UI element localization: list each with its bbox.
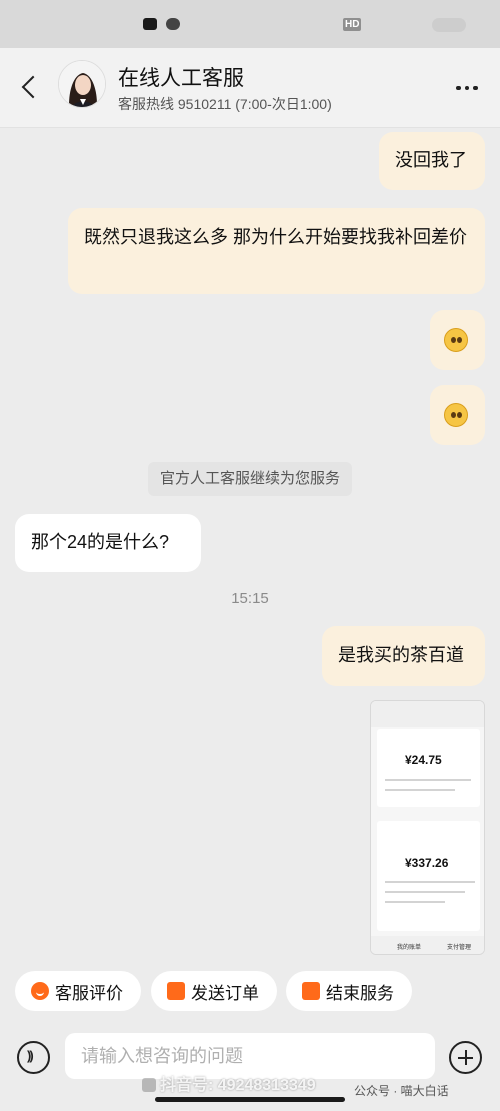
screenshot-tab: 我的账单	[397, 945, 422, 951]
watermark-text: 抖音号: 49248313349	[160, 1077, 316, 1094]
my-emoji-bubble[interactable]	[430, 310, 485, 370]
send-order-button[interactable]: 发送订单	[151, 971, 277, 1011]
status-bar: HD	[0, 0, 500, 48]
wechat-official-account-mark: 公众号 · 喵大白话	[354, 1084, 449, 1098]
my-message-bubble[interactable]: 没回我了	[379, 132, 485, 190]
smile-icon	[31, 982, 49, 1000]
end-service-button[interactable]: 结束服务	[286, 971, 412, 1011]
pleading-face-icon	[444, 403, 468, 427]
image-message-screenshot[interactable]: ¥24.75 ¥337.26 我的账单 支付管理	[370, 700, 485, 955]
screenshot-amount: ¥337.26	[405, 856, 449, 870]
more-dot-icon	[464, 85, 469, 91]
home-indicator[interactable]	[155, 1097, 345, 1102]
screenshot-tab: 支付管理	[447, 945, 472, 951]
status-pill	[432, 18, 466, 32]
hd-badge: HD	[343, 18, 362, 31]
screenshot-amount: ¥24.75	[405, 753, 442, 767]
tiktok-icon	[143, 18, 157, 30]
system-notice: 官方人工客服继续为您服务	[148, 462, 352, 496]
timestamp-divider: 15:15	[231, 590, 269, 607]
my-message-bubble[interactable]: 既然只退我这么多 那为什么开始要找我补回差价	[68, 208, 485, 294]
screenshot-header	[371, 701, 484, 727]
screenshot-refund-card	[377, 821, 480, 931]
exit-icon	[302, 982, 320, 1000]
agent-message-bubble[interactable]: 那个24的是什么?	[15, 514, 201, 572]
screenshot-text-line	[385, 881, 475, 883]
screenshot-text-line	[385, 789, 455, 791]
more-dot-icon	[456, 85, 461, 91]
end-service-label: 结束服务	[326, 983, 394, 1003]
send-order-label: 发送订单	[191, 983, 259, 1003]
bag-icon	[167, 982, 185, 1000]
agent-avatar[interactable]	[58, 60, 106, 108]
rate-service-button[interactable]: 客服评价	[15, 971, 141, 1011]
plus-button[interactable]	[449, 1041, 482, 1074]
service-hotline: 客服热线 9510211 (7:00-次日1:00)	[118, 96, 332, 112]
screenshot-text-line	[385, 891, 465, 893]
pleading-face-icon	[444, 328, 468, 352]
voice-input-button[interactable]	[17, 1041, 50, 1074]
douyin-watermark: 抖音号: 49248313349	[142, 1071, 316, 1095]
tiktok-logo-icon	[142, 1078, 156, 1092]
more-options-button[interactable]	[456, 80, 484, 96]
rate-service-label: 客服评价	[55, 983, 123, 1003]
agent-avatar-image	[59, 61, 105, 107]
more-dot-icon	[473, 85, 478, 91]
back-button[interactable]	[16, 72, 44, 102]
screenshot-tab-bar: 我的账单 支付管理	[371, 936, 484, 954]
quick-actions: 客服评价 发送订单 结束服务	[0, 971, 500, 1011]
camera-icon	[166, 18, 180, 30]
my-message-bubble[interactable]: 是我买的茶百道	[322, 626, 485, 686]
chat-title: 在线人工客服	[118, 67, 244, 90]
my-emoji-bubble[interactable]	[430, 385, 485, 445]
screenshot-text-line	[385, 779, 471, 781]
screenshot-text-line	[385, 901, 445, 903]
chat-header: 在线人工客服 客服热线 9510211 (7:00-次日1:00)	[0, 48, 500, 128]
screenshot-payment-card	[377, 729, 480, 807]
